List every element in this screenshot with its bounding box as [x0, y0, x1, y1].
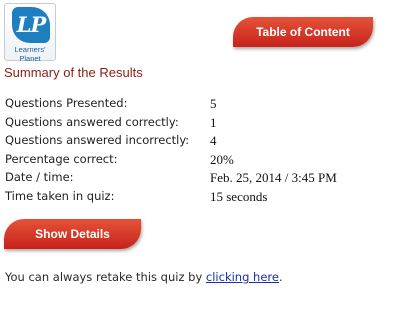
result-label: Percentage correct: [5, 151, 118, 166]
logo-mark: LP [12, 7, 50, 43]
table-of-content-button[interactable]: Table of Content [233, 17, 373, 47]
result-value: 20% [210, 151, 234, 167]
result-label: Questions Presented: [5, 96, 128, 110]
result-value: 15 seconds [210, 188, 268, 204]
result-label: Questions answered correctly: [5, 114, 179, 129]
result-value: 4 [210, 133, 217, 148]
retake-suffix: . [278, 270, 283, 284]
show-details-button[interactable]: Show Details [4, 219, 141, 249]
result-label: Questions answered incorrectly: [5, 133, 190, 147]
summary-title: Summary of the Results [4, 65, 143, 80]
result-label: Date / time: [5, 170, 74, 184]
retake-text: You can always retake this quiz by [5, 270, 206, 284]
retake-message: You can always retake this quiz by click… [5, 270, 283, 284]
result-value: 1 [210, 114, 217, 130]
result-label: Time taken in quiz: [5, 188, 115, 203]
logo-text: Learners' Planet [14, 45, 46, 63]
result-value: Feb. 25, 2014 / 3:45 PM [210, 170, 337, 185]
learners-planet-logo: LP Learners' Planet [4, 3, 56, 63]
result-value: 5 [210, 96, 217, 111]
retake-link[interactable]: clicking here [206, 270, 279, 284]
